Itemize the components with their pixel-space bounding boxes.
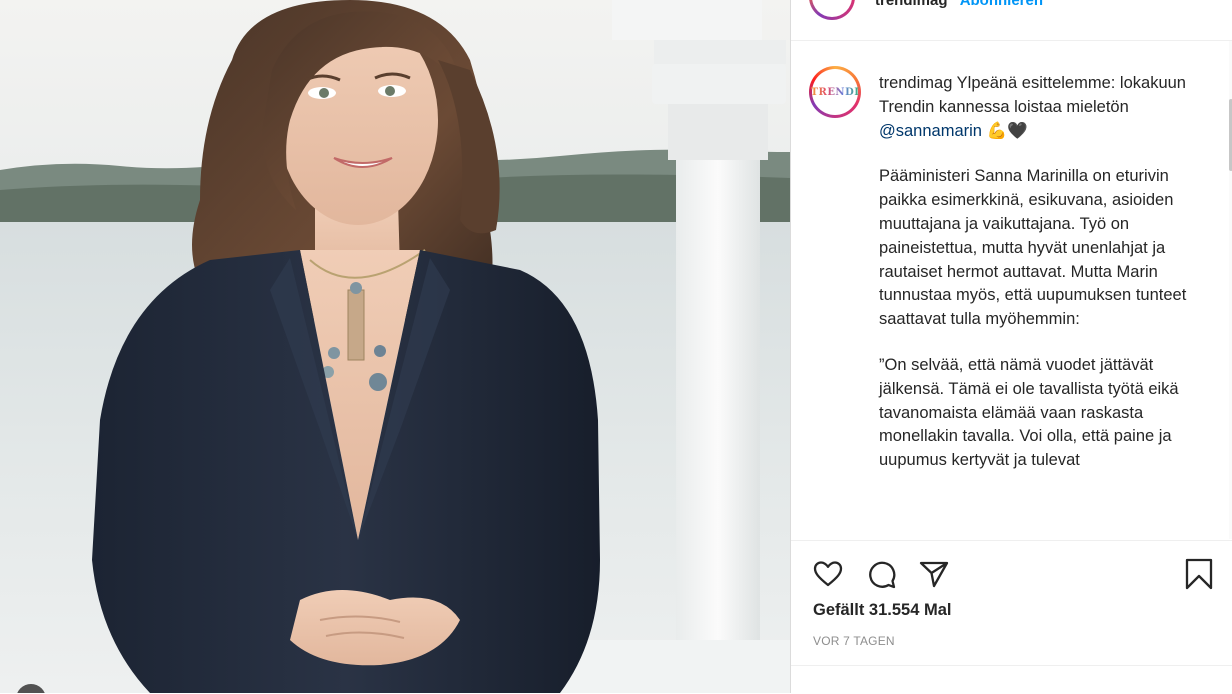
author-username[interactable]: trendimag <box>875 0 948 9</box>
send-icon[interactable] <box>917 557 951 591</box>
trendi-logo: TRENDI <box>810 86 860 98</box>
post-details-panel: trendimag Abonnieren TRENDI trendimag Yl… <box>790 0 1232 693</box>
photo-illustration <box>0 0 790 693</box>
post-photo[interactable] <box>0 0 790 693</box>
post-header: trendimag Abonnieren <box>791 0 1232 41</box>
like-count[interactable]: Gefällt 31.554 Mal <box>813 601 952 620</box>
caption-avatar[interactable]: TRENDI <box>809 66 861 118</box>
post-actions: Gefällt 31.554 Mal VOR 7 TAGEN <box>791 540 1232 694</box>
comment-divider <box>791 665 1232 666</box>
caption-text: trendimag Ylpeänä esittelemme: lokakuun … <box>879 72 1194 495</box>
caption-emojis: 💪🖤 <box>986 121 1028 140</box>
mention-link[interactable]: @sannamarin <box>879 122 982 140</box>
caption-username[interactable]: trendimag <box>879 74 952 92</box>
caption-paragraph-2: Pääministeri Sanna Marinilla on eturivin… <box>879 167 1187 329</box>
caption-paragraph-3: ”On selvää, että nämä vuodet jättävät jä… <box>879 355 1179 470</box>
follow-button[interactable]: Abonnieren <box>960 0 1043 9</box>
post-timestamp[interactable]: VOR 7 TAGEN <box>813 634 895 648</box>
caption-paragraph-1: trendimag Ylpeänä esittelemme: lokakuun … <box>879 72 1194 143</box>
bookmark-icon[interactable] <box>1182 557 1216 591</box>
caption-scroll-area[interactable]: TRENDI trendimag Ylpeänä esittelemme: lo… <box>791 41 1232 539</box>
author-line: trendimag Abonnieren <box>875 0 1043 9</box>
caption-avatar-inner: TRENDI <box>810 69 860 115</box>
heart-icon[interactable] <box>811 557 845 591</box>
author-avatar[interactable] <box>809 0 855 20</box>
comment-icon[interactable] <box>865 557 899 591</box>
